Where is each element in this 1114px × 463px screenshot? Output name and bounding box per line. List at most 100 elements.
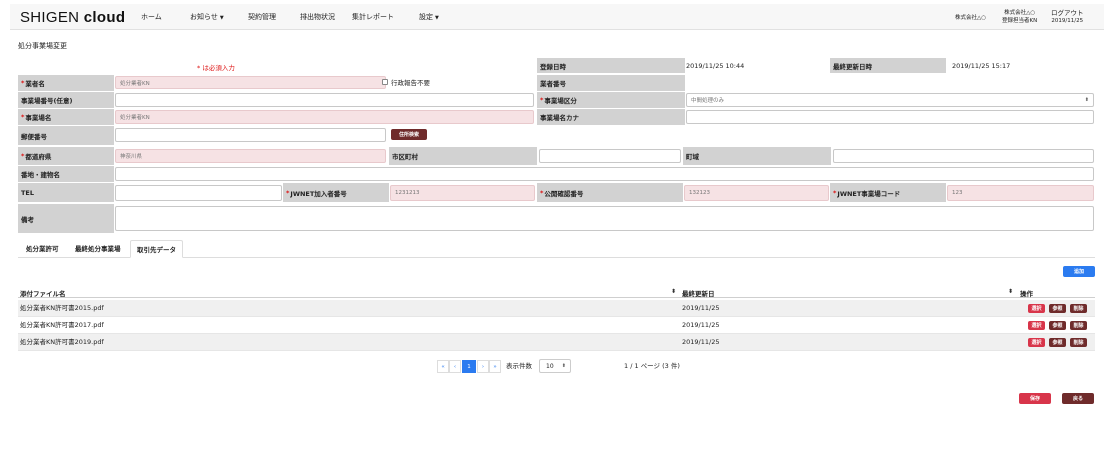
site-kana-label-text: 事業場名カナ	[540, 114, 579, 122]
nav-notices[interactable]: お知らせ ▼	[190, 4, 224, 30]
page-next-button[interactable]: ›	[477, 360, 489, 373]
col-actions: 操作	[1020, 290, 1033, 298]
site-name-label-text: 事業場名	[25, 114, 52, 122]
col-updated[interactable]: 最終更新日	[682, 288, 715, 298]
public-cert-label-text: 公開確認番号	[544, 189, 584, 198]
sort-icon[interactable]: ⬍	[1008, 288, 1013, 295]
city-label-text: 市区町村	[392, 153, 418, 161]
nav-settings[interactable]: 設定 ▼	[419, 4, 439, 30]
view-button[interactable]: 参照	[1049, 321, 1066, 330]
tab-disposal-permit[interactable]: 処分業許可	[20, 240, 65, 258]
per-page-label: 表示件数	[506, 362, 532, 370]
page-first-button[interactable]: «	[437, 360, 449, 373]
site-name-input[interactable]: 処分業者KN	[115, 110, 534, 124]
select-arrows-icon: ⬍	[561, 363, 566, 369]
nav-home[interactable]: ホーム	[141, 4, 162, 30]
select-button[interactable]: 選択	[1028, 304, 1045, 313]
required-mark: *	[833, 188, 837, 197]
view-button[interactable]: 参照	[1049, 304, 1066, 313]
address-label-text: 番地・建物名	[21, 171, 60, 179]
postal-input[interactable]	[115, 128, 386, 142]
logout-link[interactable]: ログアウト	[1051, 9, 1084, 17]
nav-emissions[interactable]: 排出物状況	[300, 4, 335, 30]
page-prev-button[interactable]: ‹	[449, 360, 461, 373]
row-filename[interactable]: 処分業者KN許可書2017.pdf	[20, 317, 104, 334]
gov-report-label: 行政報告不要	[391, 79, 430, 87]
per-page-value: 10	[546, 362, 554, 370]
table-row: 処分業者KN許可書2019.pdf 2019/11/25 選択 参照 削除	[18, 334, 1095, 351]
tel-label-text: TEL	[21, 188, 35, 197]
jwnet-site-input[interactable]: 123	[947, 185, 1094, 201]
user-name: 登録担当者KN	[1002, 18, 1038, 24]
top-navbar: SHIGEN cloud ホーム お知らせ ▼ 契約管理 排出物状況 集計レポート…	[10, 4, 1104, 30]
delete-button[interactable]: 削除	[1070, 304, 1087, 313]
table-row: 処分業者KN許可書2017.pdf 2019/11/25 選択 参照 削除	[18, 317, 1095, 334]
page-1-button[interactable]: 1	[462, 360, 476, 373]
col-filename[interactable]: 添付ファイル名	[20, 288, 66, 298]
required-mark: *	[21, 79, 25, 87]
jwnet-member-input[interactable]: 1231213	[390, 185, 535, 201]
select-button[interactable]: 選択	[1028, 338, 1045, 347]
site-kana-input[interactable]	[686, 110, 1094, 124]
required-mark: *	[21, 113, 25, 121]
chevron-down-icon: ▼	[435, 15, 439, 21]
select-button[interactable]: 選択	[1028, 321, 1045, 330]
nav-reports[interactable]: 集計レポート	[352, 4, 394, 30]
town-input[interactable]	[833, 149, 1094, 163]
updated-at-value: 2019/11/25 15:17	[952, 62, 1011, 70]
tab-final-disposal-site[interactable]: 最終処分事業場	[69, 240, 127, 258]
required-mark: *	[540, 188, 544, 197]
app-logo[interactable]: SHIGEN cloud	[20, 9, 125, 26]
tab-customer-data[interactable]: 取引先データ	[130, 240, 183, 258]
nav-home-label: ホーム	[141, 13, 162, 21]
nav-contracts[interactable]: 契約管理	[248, 4, 276, 30]
public-cert-input[interactable]: 132123	[684, 185, 829, 201]
logout-area[interactable]: ログアウト 2019/11/25	[1051, 9, 1084, 25]
user-info[interactable]: 株式会社△○ 登録担当者KN	[1002, 9, 1037, 25]
updated-at-label: 最終更新日時	[830, 58, 946, 74]
row-filename[interactable]: 処分業者KN許可書2019.pdf	[20, 334, 104, 351]
per-page-select[interactable]: 10 ⬍	[539, 359, 571, 373]
site-type-label: * 事業場区分	[537, 92, 685, 109]
address-input[interactable]	[115, 167, 1094, 181]
remarks-label-text: 備考	[21, 215, 34, 224]
site-type-select[interactable]: 中間処理のみ ⬍	[686, 93, 1094, 107]
select-arrows-icon: ⬍	[1084, 97, 1089, 103]
prefecture-label-text: 都道府県	[25, 153, 52, 161]
registered-at-label-text: 登録日時	[540, 62, 566, 71]
sort-icon[interactable]: ⬍	[671, 288, 676, 295]
user-company: 株式会社△○	[1004, 10, 1036, 16]
updated-at-label-text: 最終更新日時	[833, 62, 872, 71]
back-button[interactable]: 戻る	[1062, 393, 1094, 404]
required-note: * は必須入力	[197, 64, 235, 72]
delete-button[interactable]: 削除	[1070, 321, 1087, 330]
tel-input[interactable]	[115, 185, 282, 201]
save-button[interactable]: 保存	[1019, 393, 1051, 404]
delete-button[interactable]: 削除	[1070, 338, 1087, 347]
site-no-label-text: 事業場番号(任意)	[21, 97, 73, 105]
site-kana-label: 事業場名カナ	[537, 109, 685, 126]
prefecture-input[interactable]: 神奈川県	[115, 149, 386, 163]
view-button[interactable]: 参照	[1049, 338, 1066, 347]
company-name-input[interactable]: 処分業者KN	[115, 76, 386, 89]
checkbox-box[interactable]	[382, 79, 388, 85]
remarks-textarea[interactable]	[115, 206, 1094, 231]
jwnet-member-label-text: JWNET加入者番号	[290, 189, 347, 198]
prefecture-label: * 都道府県	[18, 147, 114, 166]
row-filename[interactable]: 処分業者KN許可書2015.pdf	[20, 300, 104, 317]
add-button[interactable]: 追加	[1063, 266, 1095, 277]
company-name-label-text: 業者名	[25, 80, 45, 88]
nav-settings-label: 設定	[419, 13, 433, 21]
page-last-button[interactable]: »	[489, 360, 501, 373]
nav-contracts-label: 契約管理	[248, 13, 276, 21]
jwnet-site-label: * JWNET事業場コード	[830, 183, 946, 203]
city-input[interactable]	[539, 149, 681, 163]
town-label: 町域	[683, 147, 831, 166]
company-name: 株式会社△○	[955, 15, 987, 21]
company-no-label: 業者番号	[537, 75, 685, 92]
address-search-button[interactable]: 住所検索	[391, 129, 427, 140]
gov-report-checkbox[interactable]: 行政報告不要	[382, 77, 430, 87]
site-no-input[interactable]	[115, 93, 534, 107]
nav-reports-label: 集計レポート	[352, 13, 394, 21]
required-mark: *	[21, 152, 25, 160]
